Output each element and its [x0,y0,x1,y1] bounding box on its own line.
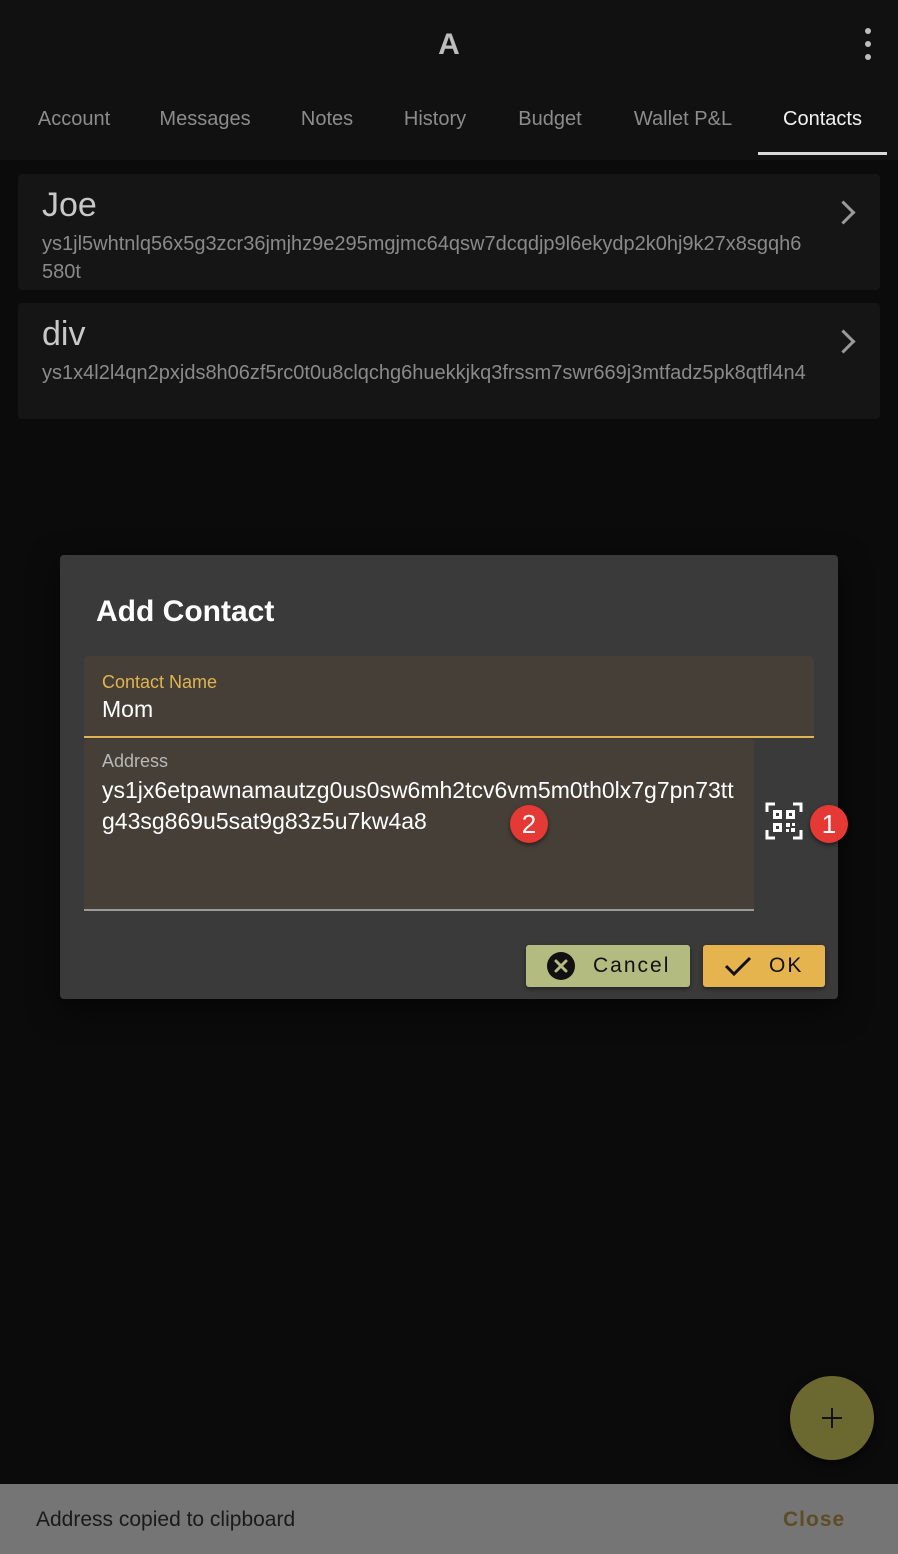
cancel-button[interactable]: Cancel [526,945,690,987]
chevron-right-icon [831,329,856,354]
app-bar: A Account Messages Notes History Budget … [0,0,898,160]
check-icon [723,951,753,981]
snackbar-close-button[interactable]: Close [783,1508,845,1532]
ok-label: OK [769,954,804,977]
ok-button[interactable]: OK [703,945,825,987]
tab-budget[interactable]: Budget [504,95,596,155]
snackbar: Address copied to clipboard Close [0,1484,898,1554]
add-contact-dialog: Add Contact Contact Name Mom Address ys1… [60,555,848,999]
tab-history[interactable]: History [390,95,480,155]
contact-item-joe[interactable]: Joe ys1jl5whtnlq56x5g3zcr36jmjhz9e295mgj… [18,174,880,290]
contact-name-input[interactable]: Mom [102,696,153,723]
address-input[interactable]: ys1jx6etpawnamautzg0us0sw6mh2tcv6vm5m0th… [102,775,742,837]
contact-name: Joe [42,186,97,224]
app-title: A [438,28,460,61]
snackbar-message: Address copied to clipboard [36,1508,296,1531]
dialog-title: Add Contact [96,595,275,628]
contact-address: ys1jl5whtnlq56x5g3zcr36jmjhz9e295mgjmc64… [42,233,802,283]
add-contact-fab[interactable] [790,1376,874,1460]
badge-1: 1 [810,805,848,843]
qr-scan-icon[interactable] [765,802,803,840]
contact-item-div[interactable]: div ys1x4l2l4qn2pxjds8h06zf5rc0t0u8clqch… [18,303,880,419]
contact-name-label: Contact Name [102,672,218,692]
tab-wallet-pnl[interactable]: Wallet P&L [618,95,748,155]
tab-notes[interactable]: Notes [286,95,368,155]
cancel-label: Cancel [593,954,671,977]
tab-bar: Account Messages Notes History Budget Wa… [0,95,898,155]
contact-name-field[interactable]: Contact Name Mom [84,656,814,738]
tab-account[interactable]: Account [22,95,126,155]
chevron-right-icon [831,200,856,225]
address-label: Address [102,751,169,771]
badge-2: 2 [510,805,548,843]
tab-contacts[interactable]: Contacts [758,95,887,155]
contact-address: ys1x4l2l4qn2pxjds8h06zf5rc0t0u8clqchg6hu… [42,362,806,384]
cancel-icon [546,951,576,981]
contact-name: div [42,315,86,353]
tab-messages[interactable]: Messages [148,95,262,155]
more-vert-icon[interactable] [856,28,880,60]
address-field[interactable]: Address ys1jx6etpawnamautzg0us0sw6mh2tcv… [84,739,754,911]
